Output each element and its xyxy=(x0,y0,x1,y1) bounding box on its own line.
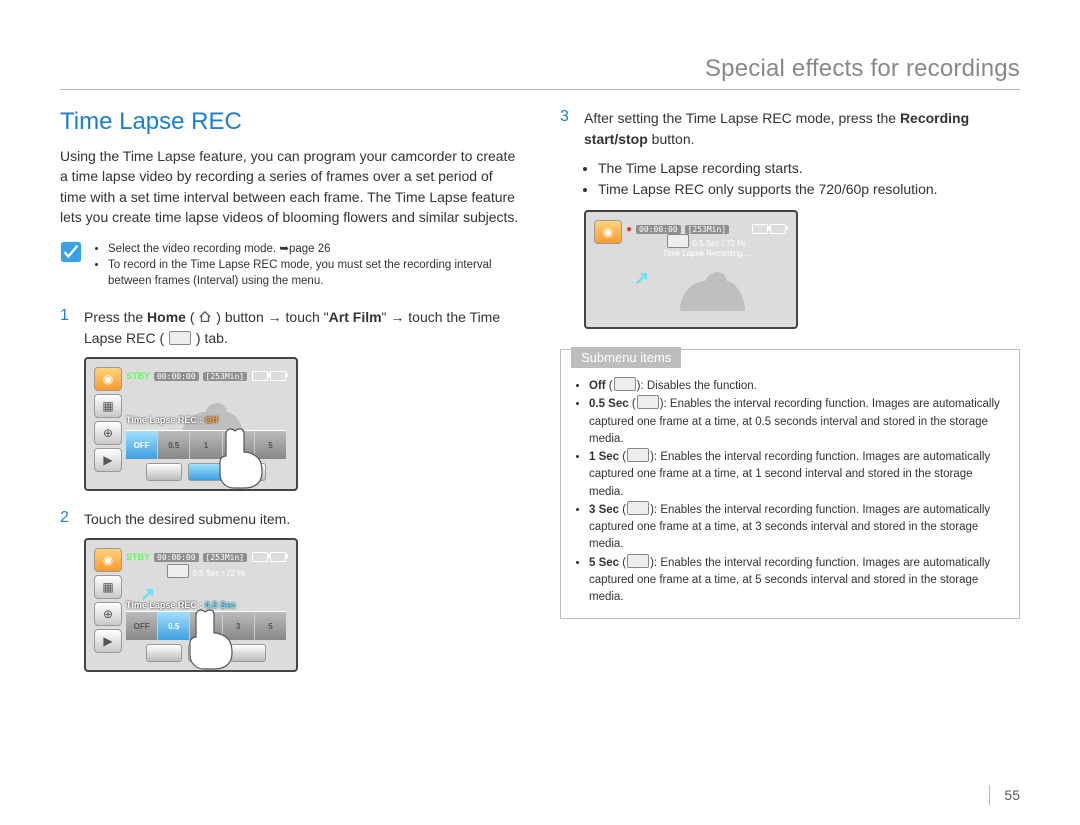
interval-5: 5 xyxy=(255,612,286,640)
pointing-hand-icon xyxy=(212,421,272,491)
lcd-screenshot-2: ◉ ▦ ⊕ ▶ STBY 00:00:00 [253Min] 0.5 Sec /… xyxy=(84,538,298,672)
manual-page: Special effects for recordings Time Laps… xyxy=(0,0,1080,825)
submenu-05sec: 0.5 Sec (): Enables the interval recordi… xyxy=(589,395,1005,448)
step-3-text: After setting the Time Lapse REC mode, p… xyxy=(584,108,1020,150)
card-icon xyxy=(770,224,786,234)
interval-chip-icon xyxy=(167,564,189,578)
battery-icon xyxy=(752,224,768,234)
zoom-icon: ⊕ xyxy=(94,602,122,626)
arrow-up-icon: ↗ xyxy=(634,268,649,289)
intro-text: Using the Time Lapse feature, you can pr… xyxy=(60,146,520,227)
side-icon: ▦ xyxy=(94,575,122,599)
step-number: 1 xyxy=(60,307,74,349)
left-column: Time Lapse REC Using the Time Lapse feat… xyxy=(60,108,520,690)
submenu-list: Off (): Disables the function. 0.5 Sec (… xyxy=(589,377,1005,606)
mode-icon: ◉ xyxy=(594,220,622,244)
record-dot-icon: ● xyxy=(626,224,632,235)
interval-05: 0.5 xyxy=(158,431,190,459)
step-3-bullets: The Time Lapse recording starts. Time La… xyxy=(584,158,1020,200)
time-counter: 00:00:00 xyxy=(636,225,681,234)
lcd-info-line: 0.5 Sec / 72 Hr xyxy=(126,564,286,579)
step-3: 3 After setting the Time Lapse REC mode,… xyxy=(560,108,1020,150)
play-icon: ▶ xyxy=(94,629,122,653)
home-icon xyxy=(198,309,212,323)
side-icon: ▦ xyxy=(94,394,122,418)
lcd-option-label: Time Lapse REC : Off xyxy=(126,415,218,425)
submenu-5sec: 5 Sec (): Enables the interval recording… xyxy=(589,554,1005,607)
interval-chip-icon xyxy=(627,501,649,515)
zoom-icon: ⊕ xyxy=(94,421,122,445)
time-counter: 00:00:00 xyxy=(154,553,199,562)
list-item: Time Lapse REC only supports the 720/60p… xyxy=(598,179,1020,200)
off-chip-icon xyxy=(614,377,636,391)
step-number: 3 xyxy=(560,108,574,150)
step-1: 1 Press the Home ( ) button → touch "Art… xyxy=(60,307,520,349)
lcd-screenshot-3: ◉ ● 00:00:00 [253Min] 0.5 Sec / 72 Hr Ti… xyxy=(584,210,798,329)
note-check-icon xyxy=(60,241,82,263)
note-item: Select the video recording mode. ➥page 2… xyxy=(108,241,520,257)
interval-off: OFF xyxy=(126,431,158,459)
step-2: 2 Touch the desired submenu item. xyxy=(60,509,520,530)
interval-chip-icon xyxy=(627,448,649,462)
step-2-text: Touch the desired submenu item. xyxy=(84,509,290,530)
page-header: Special effects for recordings xyxy=(60,55,1020,90)
pointing-hand-icon xyxy=(182,602,242,672)
battery-icon xyxy=(252,552,268,562)
stby-label: STBY xyxy=(126,552,150,562)
interval-chip-icon xyxy=(667,234,689,248)
lcd-screenshot-1: ◉ ▦ ⊕ ▶ STBY 00:00:00 [253Min] xyxy=(84,357,298,491)
submenu-3sec: 3 Sec (): Enables the interval recording… xyxy=(589,501,1005,554)
note-box: Select the video recording mode. ➥page 2… xyxy=(60,241,520,289)
remain-label: [253Min] xyxy=(685,225,730,234)
battery-icon xyxy=(252,371,268,381)
submenu-title: Submenu items xyxy=(571,347,681,368)
note-list: Select the video recording mode. ➥page 2… xyxy=(90,241,520,289)
remain-label: [253Min] xyxy=(203,553,248,562)
interval-chip-icon xyxy=(627,554,649,568)
step-1-text: Press the Home ( ) button → touch "Art F… xyxy=(84,307,520,349)
interval-off: OFF xyxy=(126,612,158,640)
remain-label: [253Min] xyxy=(203,372,248,381)
card-icon xyxy=(270,552,286,562)
time-counter: 00:00:00 xyxy=(154,372,199,381)
submenu-1sec: 1 Sec (): Enables the interval recording… xyxy=(589,448,1005,501)
content-columns: Time Lapse REC Using the Time Lapse feat… xyxy=(60,108,1020,690)
step-number: 2 xyxy=(60,509,74,530)
play-icon: ▶ xyxy=(94,448,122,472)
submenu-box: Submenu items Off (): Disables the funct… xyxy=(560,349,1020,619)
stby-label: STBY xyxy=(126,371,150,381)
tab-icon xyxy=(169,331,191,345)
right-column: 3 After setting the Time Lapse REC mode,… xyxy=(560,108,1020,690)
card-icon xyxy=(270,371,286,381)
person-silhouette-icon xyxy=(660,256,750,316)
note-item: To record in the Time Lapse REC mode, yo… xyxy=(108,257,520,289)
mode-icon: ◉ xyxy=(94,548,122,572)
list-item: The Time Lapse recording starts. xyxy=(598,158,1020,179)
submenu-off: Off (): Disables the function. xyxy=(589,377,1005,395)
mode-icon: ◉ xyxy=(94,367,122,391)
page-number: 55 xyxy=(989,785,1020,805)
interval-chip-icon xyxy=(637,395,659,409)
section-title: Special effects for recordings xyxy=(705,55,1020,82)
feature-title: Time Lapse REC xyxy=(60,108,520,136)
